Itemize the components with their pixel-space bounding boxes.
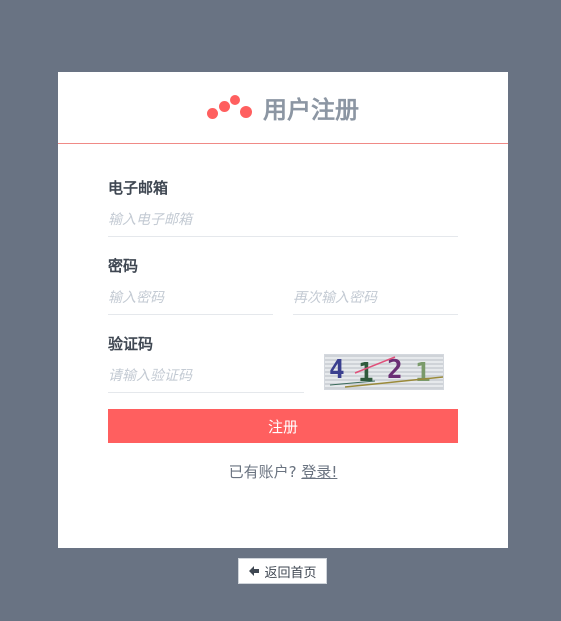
back-home-label: 返回首页: [264, 565, 317, 581]
email-field[interactable]: [108, 206, 458, 237]
logo-icon: [207, 94, 253, 121]
card-header: 用户注册: [58, 72, 508, 144]
password-label: 密码: [108, 257, 139, 275]
confirm-password-field[interactable]: [293, 284, 458, 315]
login-prompt: 已有账户? 登录!: [108, 461, 458, 482]
password-row: [108, 284, 458, 315]
captcha-image[interactable]: 4 1 2 1: [324, 353, 444, 390]
login-prompt-text: 已有账户?: [228, 463, 297, 481]
email-label: 电子邮箱: [108, 179, 169, 197]
captcha-row: 4 1 2 1: [108, 353, 458, 393]
register-form: 电子邮箱 密码 验证码 4 1 2 1 注册 已有账户?: [108, 177, 458, 482]
page-title: 用户注册: [263, 96, 359, 124]
captcha-label: 验证码: [108, 335, 154, 353]
register-card: 用户注册 电子邮箱 密码 验证码 4 1 2 1 注册: [58, 72, 508, 548]
password-field[interactable]: [108, 284, 273, 315]
register-button[interactable]: 注册: [108, 409, 458, 443]
arrow-left-icon: [249, 566, 260, 576]
captcha-field[interactable]: [108, 362, 304, 393]
captcha-noise: [329, 355, 443, 388]
login-link[interactable]: 登录!: [301, 463, 337, 481]
back-home-button[interactable]: 返回首页: [238, 558, 327, 584]
